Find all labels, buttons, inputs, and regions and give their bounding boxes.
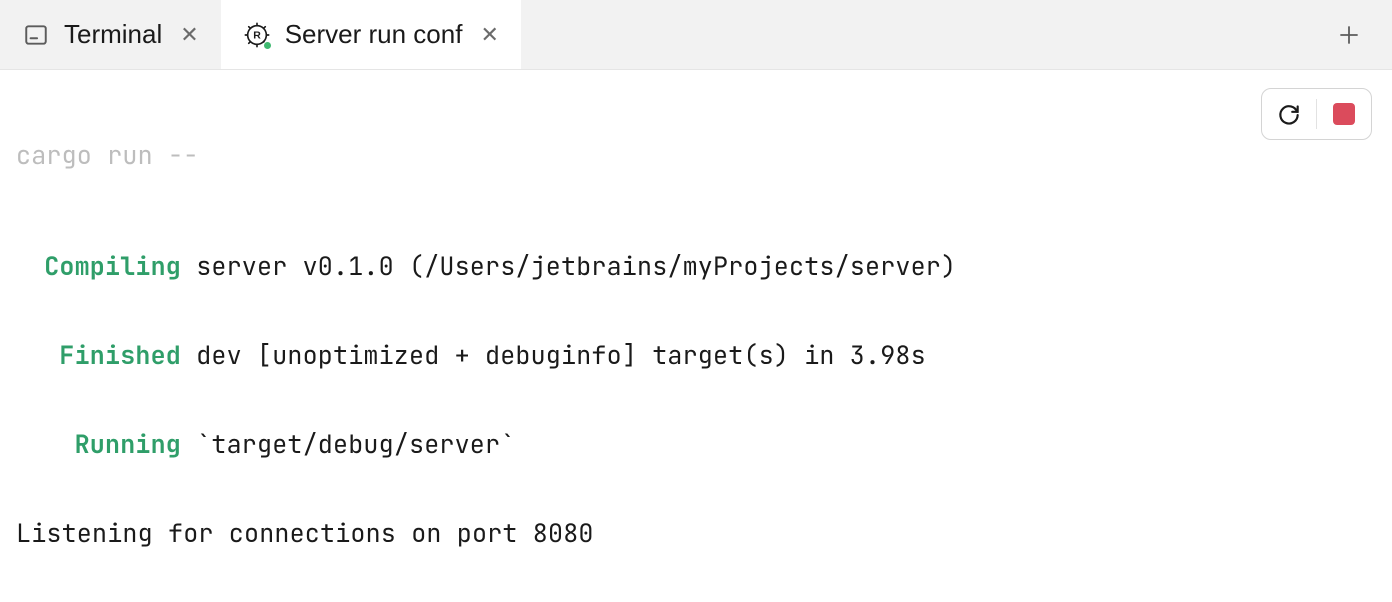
status-label: Compiling xyxy=(16,244,181,289)
rust-gear-icon: R xyxy=(243,21,271,49)
tab-terminal[interactable]: Terminal ✕ xyxy=(0,0,221,69)
output-text: `target/debug/server` xyxy=(181,427,515,461)
output-line: Listening for connections on port 8080 xyxy=(16,511,1376,556)
output-line: Running `target/debug/server` xyxy=(16,422,1376,467)
output-line: Compiling server v0.1.0 (/Users/jetbrain… xyxy=(16,244,1376,289)
tab-runconf-label: Server run conf xyxy=(285,19,463,50)
tab-terminal-label: Terminal xyxy=(64,19,162,50)
console-output: cargo run -- Compiling server v0.1.0 (/U… xyxy=(0,70,1392,602)
tab-bar: Terminal ✕ R Server run conf ✕ xyxy=(0,0,1392,70)
output-text: server v0.1.0 (/Users/jetbrains/myProjec… xyxy=(181,249,956,283)
tab-run-configuration[interactable]: R Server run conf ✕ xyxy=(221,0,521,69)
svg-text:R: R xyxy=(253,29,261,41)
output-line: Finished dev [unoptimized + debuginfo] t… xyxy=(16,333,1376,378)
add-tab-button[interactable] xyxy=(1324,0,1374,69)
terminal-icon xyxy=(22,21,50,49)
close-icon[interactable]: ✕ xyxy=(476,20,502,50)
status-label: Running xyxy=(16,422,181,467)
status-label: Finished xyxy=(16,333,181,378)
output-text: dev [unoptimized + debuginfo] target(s) … xyxy=(181,338,926,372)
command-line: cargo run -- xyxy=(16,133,1376,178)
close-icon[interactable]: ✕ xyxy=(176,20,202,50)
